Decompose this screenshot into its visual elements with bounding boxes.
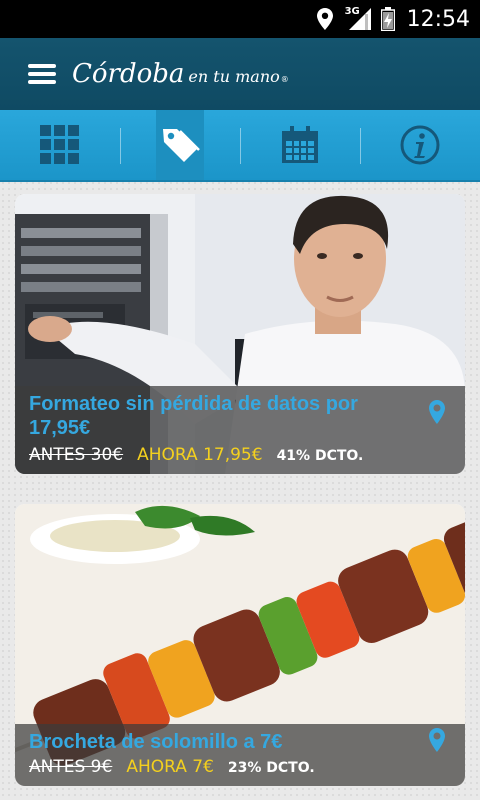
info-icon <box>400 125 440 165</box>
offer-prices: ANTES 9€ AHORA 7€ 23% DCTO. <box>29 757 451 777</box>
price-before: ANTES 30€ <box>29 445 124 465</box>
price-now: AHORA 17,95€ <box>137 445 263 465</box>
tab-bar <box>0 110 480 182</box>
location-icon <box>316 8 333 30</box>
status-bar: 3G 12:54 <box>0 0 480 38</box>
brand-mark: ® <box>280 75 289 84</box>
battery-icon <box>380 7 395 31</box>
offer-prices: ANTES 30€ AHORA 17,95€ 41% DCTO. <box>29 445 451 465</box>
price-before: ANTES 9€ <box>29 757 113 777</box>
tab-agenda[interactable] <box>240 110 360 180</box>
signal-icon: 3G <box>344 6 371 30</box>
hamburger-icon[interactable] <box>28 60 56 88</box>
app-logo: Córdoba en tu mano ® <box>72 59 289 89</box>
app-bar: Córdoba en tu mano ® <box>0 38 480 110</box>
location-pin-icon[interactable] <box>429 400 445 428</box>
tab-categories[interactable] <box>0 110 120 180</box>
offer-title: Formateo sin pérdida de datos por 17,95€ <box>29 393 358 439</box>
clock: 12:54 <box>406 6 470 32</box>
network-type: 3G <box>344 6 360 17</box>
brand-main: Córdoba <box>72 59 185 89</box>
discount-badge: 41% DCTO. <box>276 448 364 464</box>
tab-offers[interactable] <box>120 110 240 180</box>
price-now: AHORA 7€ <box>126 757 214 777</box>
calendar-icon <box>282 126 318 163</box>
offer-card[interactable]: Formateo sin pérdida de datos por 17,95€… <box>15 194 465 474</box>
offer-card[interactable]: Brocheta de solomillo a 7€ ANTES 9€ AHOR… <box>15 504 465 786</box>
tag-icon <box>163 129 200 162</box>
location-pin-icon[interactable] <box>429 728 445 756</box>
discount-badge: 23% DCTO. <box>227 760 315 776</box>
offer-title: Brocheta de solomillo a 7€ <box>29 731 283 753</box>
offer-info-panel: Formateo sin pérdida de datos por 17,95€… <box>15 386 465 474</box>
grid-icon <box>40 125 79 164</box>
offer-info-panel: Brocheta de solomillo a 7€ ANTES 9€ AHOR… <box>15 724 465 786</box>
tab-info[interactable] <box>360 110 480 180</box>
brand-sub: en tu mano <box>188 67 280 86</box>
